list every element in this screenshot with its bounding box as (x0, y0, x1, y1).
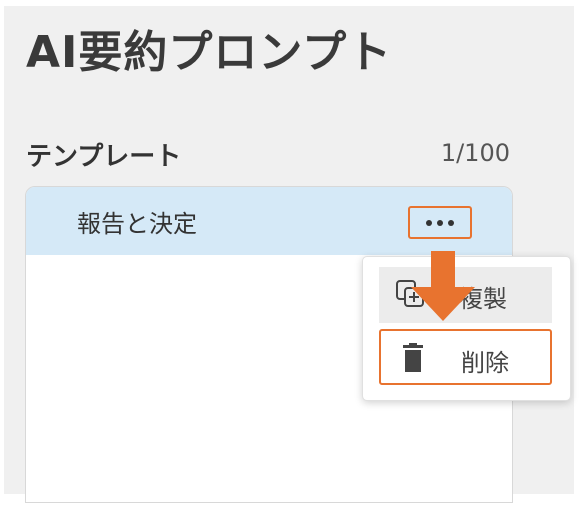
delete-menu-item[interactable]: 削除 (379, 329, 552, 385)
templates-label: テンプレート (26, 142, 182, 172)
more-icon (426, 219, 432, 226)
trash-icon (403, 343, 423, 372)
more-icon-dot (448, 219, 454, 226)
template-row[interactable]: 報告と決定 (26, 187, 512, 255)
more-options-button[interactable] (408, 206, 472, 239)
page-title: AI要約プロンプト (26, 27, 393, 78)
template-row-label: 報告と決定 (77, 210, 197, 238)
more-icon-dot (437, 219, 443, 226)
prompt-panel: AI要約プロンプト テンプレート 1/100 報告と決定 複製 削除 (4, 6, 574, 503)
delete-label: 削除 (461, 349, 509, 377)
template-count: 1/100 (440, 139, 510, 167)
arrow-down-icon (411, 251, 475, 321)
